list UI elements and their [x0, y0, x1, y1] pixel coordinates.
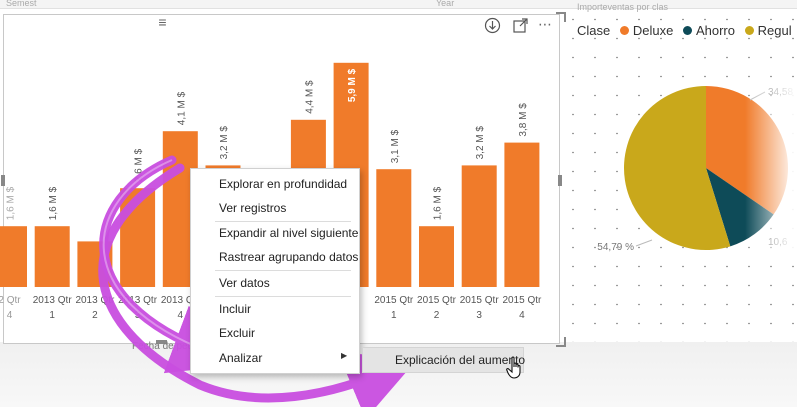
- annotation-arrows: [98, 155, 419, 407]
- analyze-submenu: Explicación del aumento: [362, 347, 525, 373]
- menu-item-exclude[interactable]: Excluir: [219, 326, 255, 340]
- menu-item-drill-down[interactable]: Explorar en profundidad: [219, 177, 347, 191]
- menu-item-analyze[interactable]: Analizar: [219, 351, 262, 365]
- menu-item-expand-next-level[interactable]: Expandir al nivel siguiente: [219, 226, 358, 240]
- report-canvas: Semest Year ≡ ⋯ Fecha de pedido 1,6 M $2…: [0, 0, 797, 407]
- context-menu: Explorar en profundidad Ver registros Ex…: [190, 168, 360, 374]
- menu-item-drill-through-grouped[interactable]: Rastrear agrupando datos: [219, 250, 358, 264]
- menu-separator: [215, 221, 351, 222]
- menu-item-see-data[interactable]: Ver datos: [219, 276, 270, 290]
- menu-item-see-records[interactable]: Ver registros: [219, 201, 286, 215]
- menu-item-include[interactable]: Incluir: [219, 302, 251, 316]
- submenu-arrow-icon: ▶: [341, 351, 348, 360]
- menu-separator: [215, 270, 351, 271]
- menu-separator: [215, 296, 351, 297]
- hand-cursor-icon: [506, 356, 521, 379]
